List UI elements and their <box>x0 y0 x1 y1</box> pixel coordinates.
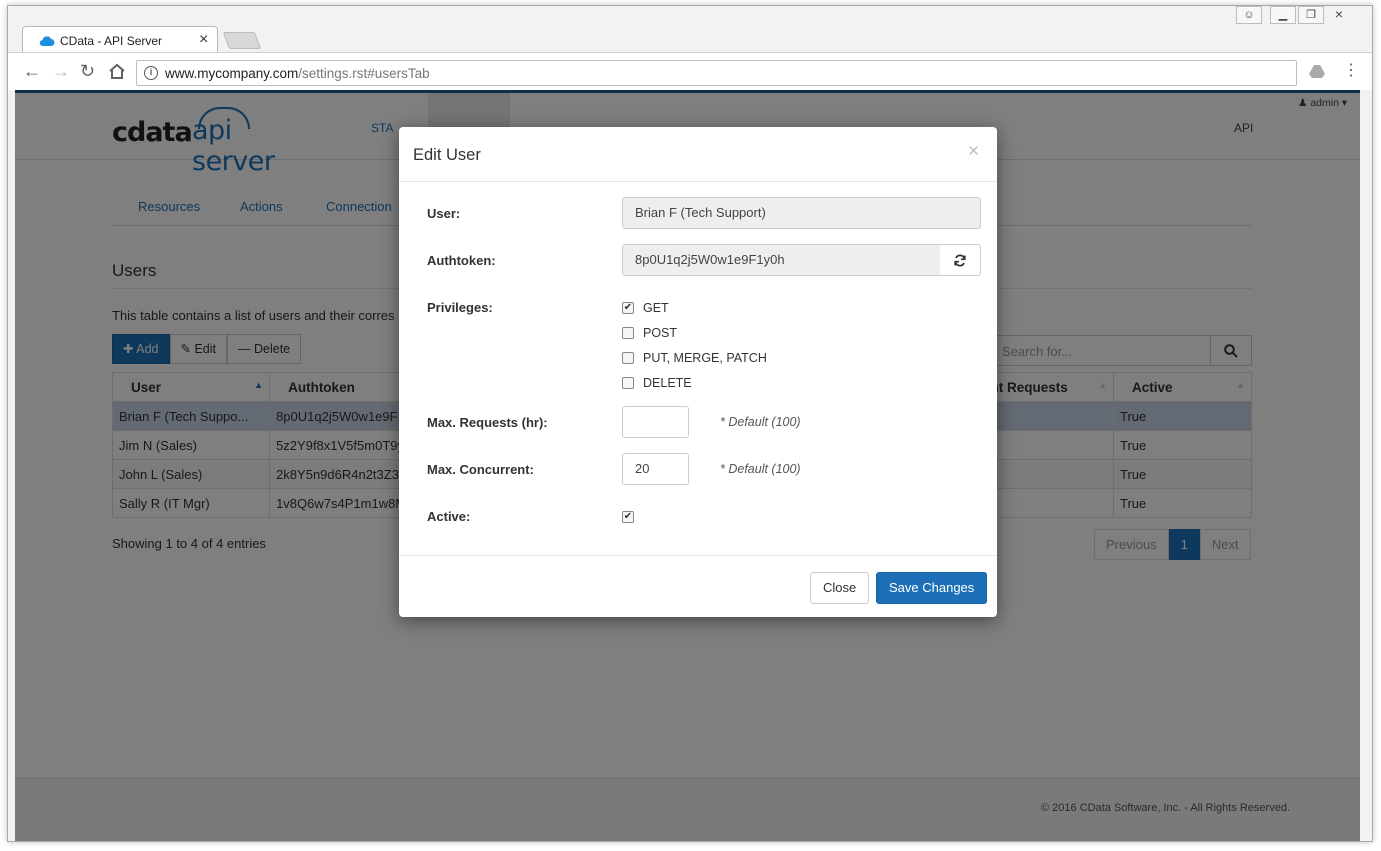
restore-icon[interactable]: ❐ <box>1298 6 1324 24</box>
max-concurrent-label: Max. Concurrent: <box>427 462 534 477</box>
max-requests-label: Max. Requests (hr): <box>427 415 548 430</box>
close-icon[interactable]: × <box>968 141 979 163</box>
post-label: POST <box>643 326 678 340</box>
close-window-icon[interactable]: × <box>1326 6 1352 24</box>
put-merge-patch-checkbox[interactable] <box>622 352 634 364</box>
user-label: User: <box>427 206 461 221</box>
window-controls: ▁ ❐ × <box>1268 6 1352 26</box>
title-bar: CData - API Server × ☺ ▁ ❐ × <box>8 6 1372 56</box>
authtoken-label: Authtoken: <box>427 253 496 268</box>
active-label: Active: <box>427 509 471 524</box>
delete-checkbox[interactable] <box>622 377 634 389</box>
active-checkbox[interactable]: ✔ <box>622 511 634 523</box>
max-concurrent-input[interactable]: 20 <box>622 453 689 485</box>
close-button[interactable]: Close <box>810 572 870 604</box>
close-tab-icon[interactable]: × <box>199 31 208 49</box>
url-text: www.mycompany.com/settings.rst#usersTab <box>165 66 430 81</box>
drive-icon[interactable] <box>1308 64 1326 79</box>
address-bar[interactable]: i www.mycompany.com/settings.rst#usersTa… <box>136 60 1297 86</box>
menu-dots-icon[interactable]: ⋮ <box>1343 60 1359 80</box>
get-label: GET <box>643 301 669 315</box>
minimize-icon[interactable]: ▁ <box>1270 6 1296 24</box>
cloud-icon <box>39 36 55 47</box>
max-concurrent-hint: * Default (100) <box>720 462 801 476</box>
edit-user-dialog: Edit User × User: Brian F (Tech Support)… <box>399 127 997 617</box>
max-requests-input[interactable] <box>622 406 689 438</box>
put-merge-patch-label: PUT, MERGE, PATCH <box>643 351 767 365</box>
profile-button[interactable]: ☺ <box>1234 6 1262 26</box>
forward-arrow-icon[interactable]: → <box>52 62 70 80</box>
modal-title: Edit User <box>413 146 481 164</box>
page-viewport: cdata api server STA API ♟ admin ▾ Resou… <box>15 90 1360 841</box>
profile-icon[interactable]: ☺ <box>1236 6 1262 24</box>
authtoken-field[interactable]: 8p0U1q2j5W0w1e9F1y0h <box>622 244 941 276</box>
modal-header: Edit User × <box>399 127 997 182</box>
info-icon[interactable]: i <box>144 66 158 80</box>
tab-title: CData - API Server <box>60 34 163 48</box>
reload-icon[interactable]: ↻ <box>80 62 95 80</box>
home-icon[interactable] <box>108 63 126 80</box>
back-arrow-icon[interactable]: ← <box>23 62 41 80</box>
privileges-label: Privileges: <box>427 300 493 315</box>
max-requests-hint: * Default (100) <box>720 415 801 429</box>
user-field[interactable]: Brian F (Tech Support) <box>622 197 981 229</box>
save-changes-button[interactable]: Save Changes <box>876 572 988 604</box>
browser-window: CData - API Server × ☺ ▁ ❐ × ← → ↻ i www… <box>7 5 1373 842</box>
get-checkbox[interactable]: ✔ <box>622 302 634 314</box>
regenerate-token-button[interactable] <box>940 244 981 276</box>
browser-toolbar: ← → ↻ i www.mycompany.com/settings.rst#u… <box>8 52 1372 90</box>
refresh-icon <box>954 254 966 267</box>
post-checkbox[interactable] <box>622 327 634 339</box>
delete-label: DELETE <box>643 376 692 390</box>
new-tab-button[interactable] <box>222 32 262 49</box>
modal-footer: Close Save Changes <box>399 555 997 617</box>
